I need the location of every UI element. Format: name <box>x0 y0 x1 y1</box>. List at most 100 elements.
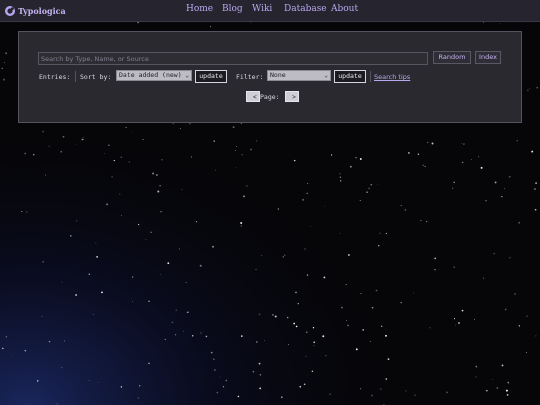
star <box>297 303 299 305</box>
star <box>458 322 460 324</box>
star <box>323 276 326 279</box>
top-navbar: Typologica Home Blog Wiki Database About <box>0 0 540 22</box>
star <box>81 138 84 141</box>
star <box>499 23 501 25</box>
star <box>174 334 177 336</box>
star <box>199 264 202 267</box>
star <box>156 174 158 176</box>
sort-select[interactable]: Date added (new) ⌄ <box>116 70 192 81</box>
star <box>189 122 191 125</box>
star <box>293 159 296 162</box>
star <box>387 358 390 360</box>
star <box>385 378 388 380</box>
star <box>5 52 7 55</box>
star <box>325 354 327 357</box>
star <box>405 390 407 392</box>
index-button[interactable]: Index <box>475 51 501 64</box>
star <box>277 208 280 210</box>
filter-select[interactable]: None ⌄ <box>267 70 331 81</box>
nav-link-home[interactable]: Home <box>186 4 213 14</box>
star <box>255 269 257 270</box>
star <box>56 403 58 405</box>
star <box>264 340 265 342</box>
star <box>504 308 507 311</box>
star <box>536 86 539 89</box>
search-input[interactable] <box>38 52 428 65</box>
star <box>446 391 448 394</box>
star <box>453 318 456 320</box>
star <box>529 88 531 90</box>
star <box>366 191 368 194</box>
star <box>42 261 44 263</box>
star <box>210 26 211 28</box>
star <box>339 176 341 178</box>
star <box>61 281 63 283</box>
star <box>210 351 213 354</box>
star <box>191 334 194 337</box>
star <box>286 316 289 319</box>
star <box>60 150 62 153</box>
sort-update-button[interactable]: update <box>195 70 227 83</box>
star <box>48 145 50 147</box>
star <box>359 199 361 201</box>
star <box>427 141 429 143</box>
star <box>137 397 139 399</box>
star <box>213 140 215 142</box>
star <box>299 385 302 388</box>
star <box>486 390 488 392</box>
star <box>347 324 349 327</box>
star <box>508 175 511 178</box>
star <box>187 311 189 313</box>
star <box>310 225 311 227</box>
star <box>2 347 4 350</box>
next-page-button[interactable]: > <box>285 91 299 102</box>
star <box>426 221 428 223</box>
nav-link-blog[interactable]: Blog <box>222 4 243 14</box>
nav-link-database[interactable]: Database <box>284 4 327 14</box>
star <box>131 301 133 303</box>
star <box>474 319 475 320</box>
star <box>506 394 509 396</box>
random-button[interactable]: Random <box>433 51 471 64</box>
star <box>460 142 462 144</box>
sort-by-label: Sort by: <box>80 73 112 81</box>
star <box>475 365 478 368</box>
star <box>12 355 14 356</box>
star <box>164 338 166 340</box>
star <box>422 164 425 167</box>
star <box>526 315 528 317</box>
star <box>355 348 358 351</box>
star <box>212 358 215 361</box>
nav-link-about[interactable]: About <box>331 4 358 14</box>
star <box>453 181 455 184</box>
search-tips-link[interactable]: Search tips <box>374 73 410 81</box>
star <box>61 367 63 369</box>
nav-link-wiki[interactable]: Wiki <box>252 4 272 14</box>
filter-update-button[interactable]: update <box>334 70 366 83</box>
star <box>48 340 51 343</box>
star <box>345 283 347 286</box>
star <box>400 204 402 206</box>
star <box>128 161 130 163</box>
star <box>507 381 510 384</box>
star <box>385 334 387 337</box>
star <box>527 89 529 91</box>
star <box>33 154 35 156</box>
star <box>255 140 258 142</box>
star <box>424 166 426 167</box>
star <box>272 314 274 316</box>
star <box>75 294 78 296</box>
star <box>256 341 258 343</box>
star <box>525 352 527 353</box>
star <box>62 135 65 138</box>
star <box>282 256 285 258</box>
star <box>250 22 252 24</box>
star <box>113 159 115 162</box>
star <box>195 221 197 223</box>
star <box>76 143 78 145</box>
prev-page-button[interactable]: < <box>246 91 260 102</box>
site-brand[interactable]: Typologica <box>4 3 66 18</box>
star <box>280 396 283 399</box>
star <box>120 386 123 388</box>
star <box>120 215 122 216</box>
